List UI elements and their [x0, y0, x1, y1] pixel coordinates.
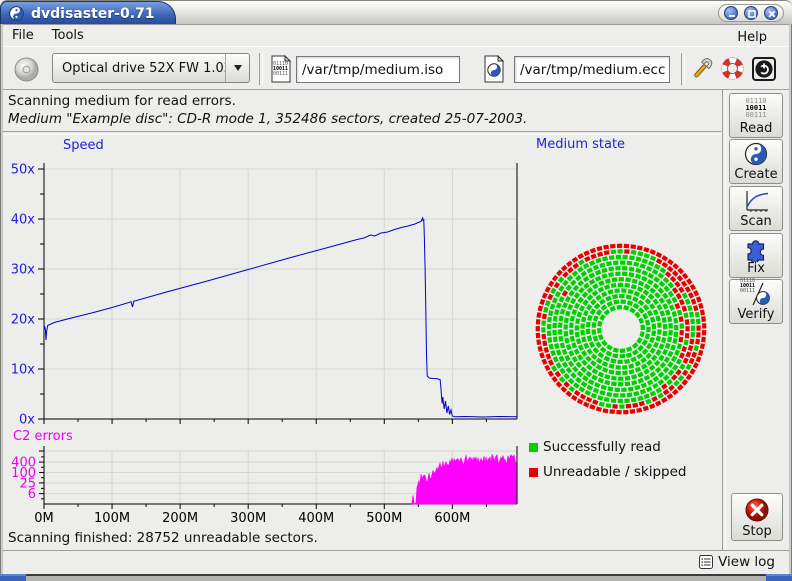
- wrench-icon: [689, 55, 715, 83]
- log-icon: [698, 554, 714, 570]
- window-corner-left[interactable]: [0, 574, 26, 581]
- maximize-button[interactable]: [744, 6, 758, 20]
- minimize-button[interactable]: [724, 6, 738, 20]
- c2-chart-title: C2 errors: [13, 429, 73, 444]
- drive-select-arrow[interactable]: [225, 54, 249, 82]
- scan-button[interactable]: Scan: [729, 186, 783, 231]
- svg-text:200M: 200M: [162, 511, 198, 526]
- help-lifering-button[interactable]: [719, 54, 746, 82]
- window-title: dvdisaster-0.71: [31, 6, 155, 22]
- svg-text:0x: 0x: [19, 413, 35, 428]
- svg-text:40x: 40x: [11, 213, 36, 228]
- drive-select[interactable]: Optical drive 52X FW 1.02: [52, 53, 250, 83]
- verify-button[interactable]: 01110 10011 00111 Verify: [729, 279, 783, 324]
- toolbar-separator: [681, 53, 685, 85]
- svg-text:20x: 20x: [11, 313, 36, 328]
- medium-state-title: Medium state: [536, 137, 625, 152]
- scan-result-text: Scanning finished: 28752 unreadable sect…: [8, 530, 318, 546]
- legend-label: Unreadable / skipped: [543, 464, 686, 480]
- sidebar-separator: [722, 90, 726, 551]
- svg-text:600M: 600M: [434, 511, 470, 526]
- toolbar: Optical drive 52X FW 1.02 01110 10011 00…: [3, 46, 789, 90]
- menu-tools[interactable]: Tools: [43, 26, 93, 45]
- svg-text:500M: 500M: [366, 511, 402, 526]
- fix-button[interactable]: Fix: [729, 233, 783, 278]
- disc-icon: [13, 56, 40, 83]
- stop-icon: [744, 497, 770, 523]
- separator: [3, 131, 721, 135]
- view-log-label: View log: [718, 554, 775, 570]
- svg-text:0M: 0M: [34, 511, 54, 526]
- preferences-button[interactable]: [688, 54, 716, 84]
- window-border-bottom[interactable]: [0, 574, 792, 581]
- app-window: dvdisaster-0.71 File Tools Help: [0, 0, 792, 581]
- app-yinyang-icon: [9, 6, 24, 21]
- window-corner-right[interactable]: [766, 574, 792, 581]
- legend-successfully-read: Successfully read: [529, 440, 661, 454]
- legend-red-swatch: [529, 468, 538, 477]
- window-controls: [718, 4, 784, 22]
- svg-text:400: 400: [11, 456, 36, 471]
- legend-label: Successfully read: [543, 439, 661, 455]
- svg-text:6: 6: [28, 487, 36, 502]
- toolbar-separator: [259, 53, 263, 85]
- binary-icon: 01110 10011 00111: [745, 98, 766, 119]
- lifering-icon: [720, 56, 745, 81]
- svg-text:100M: 100M: [94, 511, 130, 526]
- ecc-file-icon: [481, 54, 507, 84]
- svg-text:30x: 30x: [11, 263, 36, 278]
- iso-file-icon-bits: 01110 10011 00111: [273, 62, 288, 77]
- legend-green-swatch: [529, 443, 538, 452]
- power-icon: [750, 55, 778, 83]
- svg-text:400M: 400M: [298, 511, 334, 526]
- menu-help[interactable]: Help: [731, 28, 773, 47]
- iso-file-input[interactable]: /var/tmp/medium.iso: [296, 56, 460, 83]
- close-button[interactable]: [764, 6, 778, 20]
- ecc-file-input[interactable]: /var/tmp/medium.ecc: [514, 56, 670, 83]
- svg-text:100: 100: [11, 466, 36, 481]
- svg-text:50x: 50x: [11, 163, 36, 178]
- menubar: File Tools Help: [3, 24, 789, 46]
- view-log-button[interactable]: View log: [698, 554, 775, 570]
- binary-icon: 01110 10011 00111: [740, 279, 755, 294]
- drive-eject-button[interactable]: [10, 54, 42, 84]
- read-button[interactable]: 01110 10011 00111 Read: [729, 93, 783, 138]
- svg-text:25: 25: [19, 476, 36, 491]
- footer-bar: View log: [3, 553, 789, 574]
- drive-select-value: Optical drive 52X FW 1.02: [53, 61, 225, 76]
- menu-file[interactable]: File: [3, 26, 43, 45]
- quit-button[interactable]: [749, 54, 779, 84]
- legend-unreadable: Unreadable / skipped: [529, 465, 686, 479]
- speed-chart-title: Speed: [63, 138, 104, 153]
- scan-chart-icon: [742, 189, 770, 213]
- create-button[interactable]: Create: [729, 139, 783, 184]
- svg-text:10x: 10x: [11, 363, 36, 378]
- yinyang-icon: [744, 142, 768, 166]
- puzzle-icon: [743, 235, 770, 262]
- chevron-down-icon: [234, 65, 242, 71]
- titlebar-tab[interactable]: dvdisaster-0.71: [0, 1, 176, 25]
- titlebar[interactable]: dvdisaster-0.71: [0, 0, 792, 24]
- status-line-1: Scanning medium for read errors.: [8, 93, 236, 109]
- charts-canvas: 0x 10x 20x 30x 40x 50x 400100256 0M 100M 200M 300M…: [0, 134, 724, 552]
- iso-file-icon: 01110 10011 00111: [268, 54, 294, 84]
- window-border-left: [0, 24, 3, 574]
- status-line-2: Medium "Example disc": CD-R mode 1, 3524…: [8, 111, 527, 127]
- svg-text:300M: 300M: [230, 511, 266, 526]
- stop-button[interactable]: Stop: [731, 493, 783, 541]
